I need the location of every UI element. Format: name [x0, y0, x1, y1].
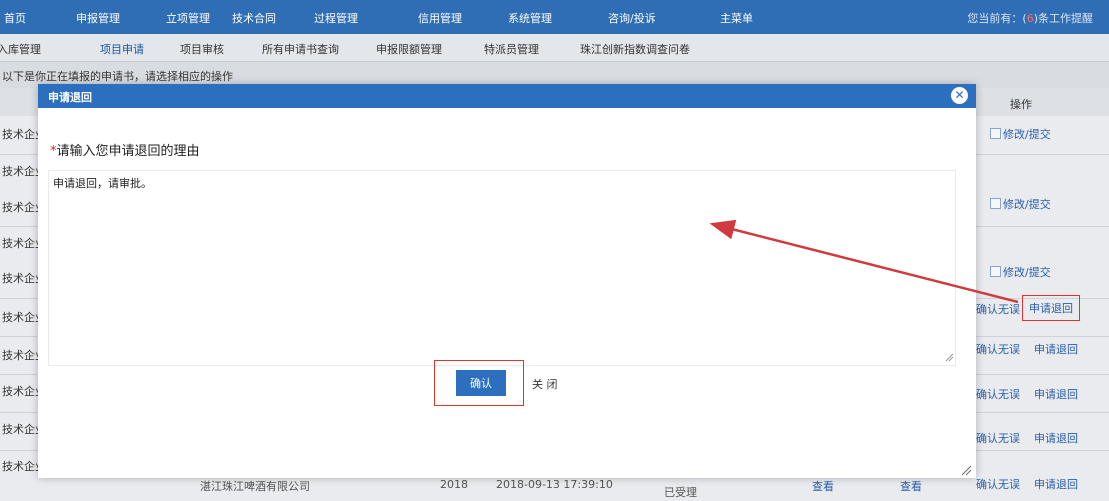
annotation-arrow: [709, 219, 1019, 304]
